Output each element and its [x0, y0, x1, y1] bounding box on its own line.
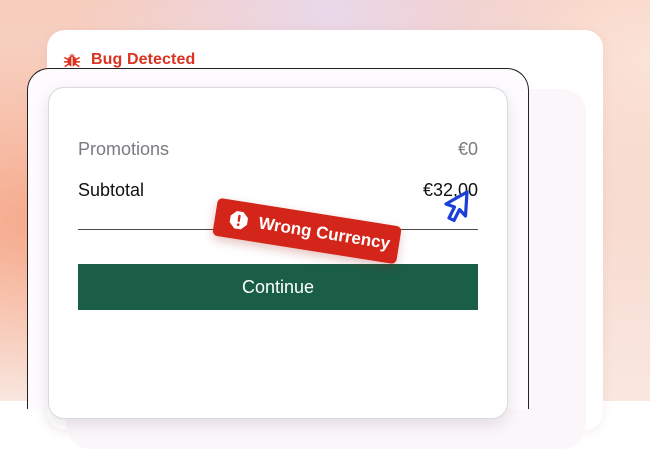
promotions-label: Promotions — [78, 139, 170, 159]
card-header: Bug Detected — [63, 51, 195, 69]
alert-octagon-icon — [229, 211, 249, 230]
subtotal-label: Subtotal — [78, 180, 145, 200]
continue-button[interactable]: Continue — [78, 264, 478, 310]
card-title: Bug Detected — [91, 51, 196, 68]
cursor-pointer-icon — [444, 190, 469, 223]
promotions-row: Promotions €0 — [78, 139, 478, 160]
promotions-value: €0 — [457, 139, 478, 159]
checkout-screen — [48, 87, 508, 419]
subtotal-row: Subtotal €32,00 — [78, 180, 478, 201]
bug-icon — [63, 54, 81, 68]
